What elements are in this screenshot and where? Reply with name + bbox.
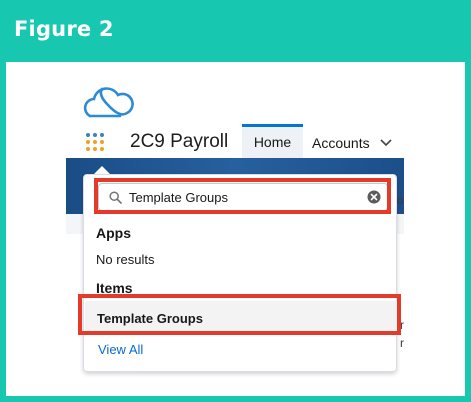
figure-header: Figure 2 (0, 0, 471, 62)
app-name: 2C9 Payroll (130, 131, 229, 152)
view-all-link[interactable]: View All (98, 342, 143, 357)
screenshot-area: 2C9 Payroll Home Accounts oo r r Apps No… (66, 62, 404, 380)
app-launcher-grid-icon[interactable] (86, 133, 106, 153)
chevron-down-icon[interactable] (380, 139, 392, 147)
search-dropdown: Apps No results Items Template Groups Vi… (78, 174, 401, 372)
apps-heading: Apps (96, 225, 131, 241)
search-highlight-box (94, 178, 391, 214)
background-text-fragment: oo (397, 193, 404, 207)
apps-no-results: No results (96, 252, 155, 267)
result-highlight-box (78, 294, 401, 335)
tab-home[interactable]: Home (242, 124, 303, 158)
background-text-fragment: r (400, 336, 404, 350)
cloud-logo-icon (83, 87, 134, 118)
figure-title: Figure 2 (14, 17, 114, 41)
dropdown-pointer (94, 166, 110, 174)
tab-accounts[interactable]: Accounts (312, 135, 370, 151)
